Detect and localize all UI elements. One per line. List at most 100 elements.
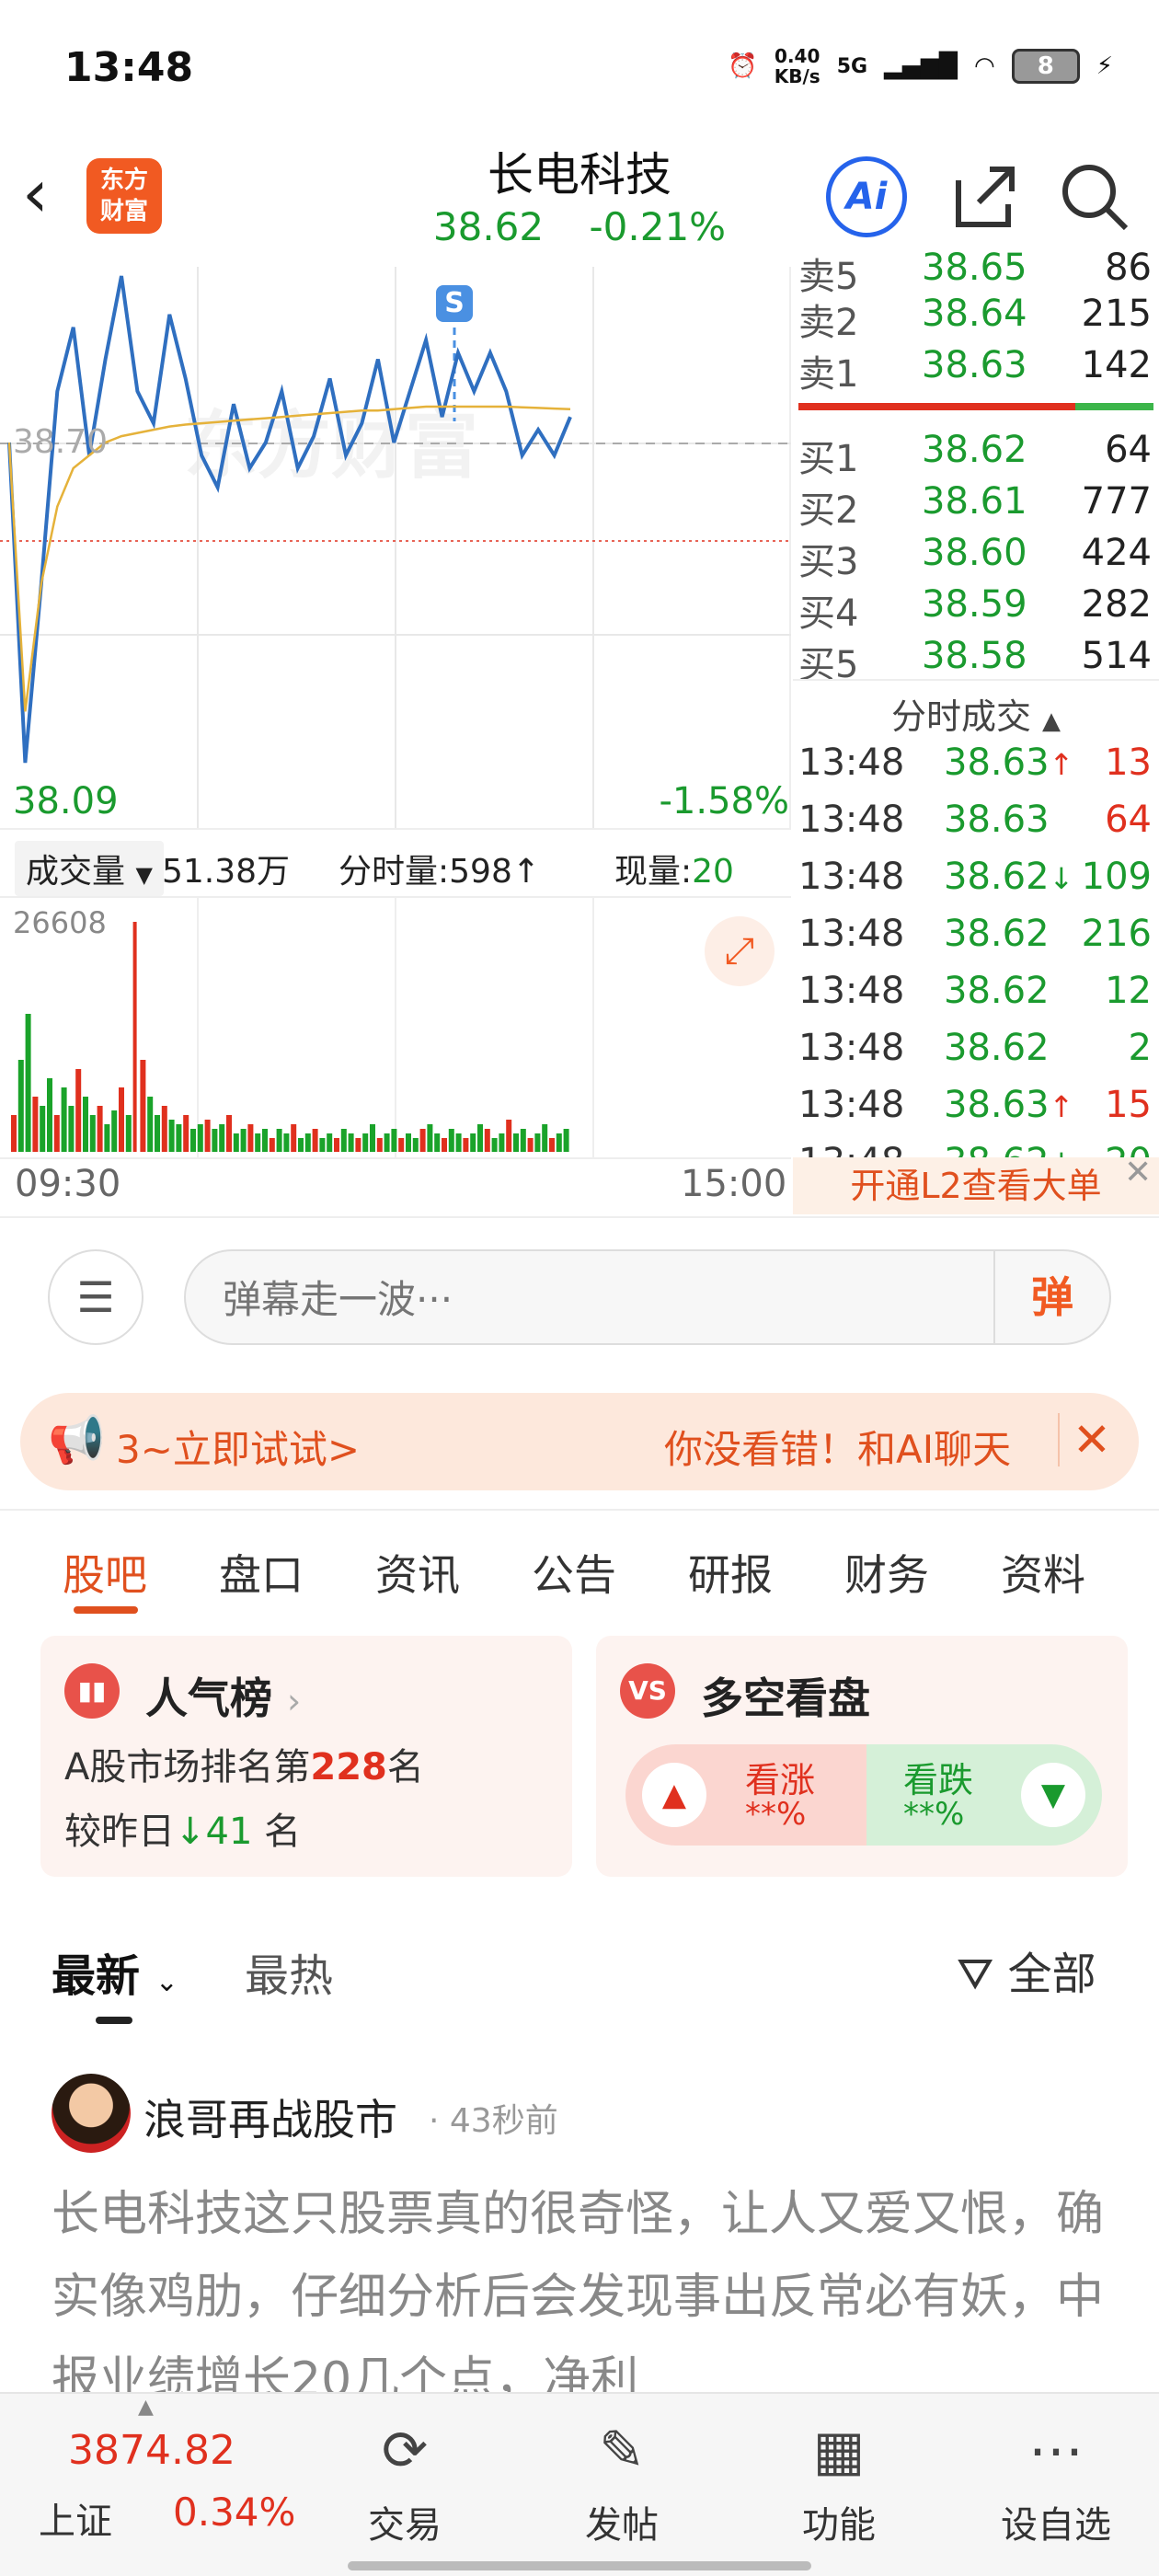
tab-research[interactable]: 研报	[688, 1542, 773, 1603]
index-name[interactable]: 上证	[39, 2491, 112, 2545]
bid-row-3: 买3 38.60 424	[793, 532, 1159, 583]
volume-bar	[240, 1129, 247, 1152]
tab-pankou[interactable]: 盘口	[219, 1542, 304, 1603]
volume-bar	[32, 1097, 39, 1152]
volume-bar	[47, 1078, 52, 1152]
trade-price: 38.63	[944, 799, 1050, 841]
nav-post[interactable]: ✎ 发帖	[548, 2412, 695, 2548]
post-item[interactable]: 浪哥再战股市 · 43秒前 长电科技这只股票真的很奇怪，让人又爱又恨，确实像鸡肋…	[0, 2052, 1159, 2408]
volume-bar	[247, 1124, 254, 1152]
wifi-icon: ◠	[974, 52, 995, 80]
volume-bar	[491, 1138, 498, 1152]
avatar[interactable]	[52, 2074, 131, 2153]
vote-up-pct: **%	[745, 1796, 807, 1833]
promo-banner[interactable]: 📢 3~立即试试> 你没看错！和AI聊天 ✕	[20, 1393, 1139, 1490]
tab-finance[interactable]: 财务	[844, 1542, 929, 1603]
index-value[interactable]: 3874.82	[68, 2427, 235, 2474]
vs-icon: VS	[620, 1663, 675, 1719]
ai-button[interactable]: Ai	[826, 156, 907, 237]
caret-up-icon: ▲	[1042, 707, 1061, 735]
time-axis-start: 09:30	[15, 1163, 121, 1205]
trade-row: 13:48 38.62 216	[793, 913, 1159, 964]
share-icon[interactable]	[947, 160, 1021, 234]
post-body[interactable]: 长电科技这只股票真的很奇怪，让人又爱又恨，确实像鸡肋，仔细分析后会发现事出反常必…	[52, 2173, 1119, 2421]
volume-bar	[340, 1129, 347, 1152]
tab-profile[interactable]: 资料	[1001, 1542, 1085, 1603]
indicator-selector[interactable]: 成交量 ▼	[15, 841, 164, 896]
close-icon[interactable]: ✕	[1124, 1154, 1152, 1191]
bid-row-1: 买1 38.62 64	[793, 429, 1159, 480]
expand-icon[interactable]: ⤢	[705, 916, 775, 986]
bid-price: 38.62	[922, 429, 1027, 471]
charging-icon: ⚡	[1096, 52, 1113, 80]
nav-functions[interactable]: ▦ 功能	[765, 2412, 912, 2548]
net-speed-value: 0.40	[775, 45, 820, 67]
nav-add-watchlist[interactable]: ⋯ 设自选	[982, 2412, 1130, 2548]
danmaku-input[interactable]	[223, 1271, 977, 1327]
l2-upgrade-banner[interactable]: 开通L2查看大单	[793, 1157, 1159, 1214]
filter-all-button[interactable]: ⛛ 全部	[957, 1938, 1096, 2002]
volume-bar	[197, 1124, 203, 1152]
trade-volume: 12	[1105, 970, 1152, 1012]
tab-guba[interactable]: 股吧	[63, 1542, 147, 1603]
post-username[interactable]: 浪哥再战股市	[143, 2087, 397, 2147]
chevron-down-icon: ▼	[135, 862, 153, 888]
bull-bear-vote: ▲ 看涨 **% 看跌 **% ▼	[625, 1744, 1102, 1846]
intraday-chart[interactable]: 东方财富 S 38.70 38.09 -1.58%	[0, 267, 791, 828]
bottom-nav: ▲ 3874.82 上证 0.34% ⟳ 交易 ✎ 发帖 ▦ 功能 ⋯ 设自选	[0, 2392, 1159, 2576]
tab-active-indicator	[74, 1606, 138, 1614]
volume-bar	[147, 1097, 154, 1152]
vote-up-button[interactable]: ▲ 看涨 **%	[625, 1744, 866, 1846]
chevron-down-icon: ⌄	[155, 1966, 178, 1998]
volume-bar	[97, 1106, 103, 1152]
chevron-right-icon: ›	[287, 1681, 302, 1721]
vote-down-button[interactable]: 看跌 **% ▼	[866, 1744, 1102, 1846]
search-icon[interactable]	[1058, 160, 1131, 234]
bid-volume: 64	[1105, 429, 1152, 471]
tab-announcements[interactable]: 公告	[532, 1542, 616, 1603]
volume-bar	[391, 1129, 397, 1152]
rank-suffix: 名	[386, 1746, 424, 1788]
popularity-card[interactable]: ▮▮ 人气榜 › A股市场排名第228名 较昨日↓41 名	[40, 1636, 572, 1877]
volume-chart[interactable]: 26608 ⤢	[0, 898, 791, 1157]
net-speed-unit: KB/s	[774, 65, 820, 87]
volume-bar	[255, 1133, 261, 1152]
volume-bar	[83, 1097, 88, 1152]
nav-trade[interactable]: ⟳ 交易	[331, 2412, 478, 2548]
trade-price: 38.62	[944, 1027, 1050, 1069]
minute-volume-label: 分时量:	[339, 853, 450, 891]
tab-news[interactable]: 资讯	[375, 1542, 460, 1603]
volume-bar	[168, 1120, 175, 1152]
trade-time: 13:48	[798, 856, 905, 898]
trades-title[interactable]: 分时成交 ▲	[793, 688, 1159, 739]
chart-low-pct: -1.58%	[659, 780, 789, 822]
volume-bar	[204, 1120, 211, 1152]
danmaku-send-button[interactable]: 弹	[993, 1251, 1109, 1343]
trade-time: 13:48	[798, 1084, 905, 1126]
net-speed: 0.40 KB/s	[775, 46, 820, 86]
sort-newest[interactable]: 最新 ⌄	[52, 1939, 178, 2004]
volume-bar	[427, 1124, 433, 1152]
volume-bar	[75, 1069, 82, 1152]
up-arrow-icon: ↑	[511, 853, 541, 891]
vote-down-label: 看跌	[903, 1760, 974, 1800]
change-value: 41	[205, 1811, 253, 1853]
status-bar: 13:48 ⏰ 0.40 KB/s 5G ▂▄▆█ ◠ 8 ⚡	[0, 0, 1159, 138]
close-icon[interactable]: ✕	[1058, 1413, 1111, 1466]
volume-bar	[61, 1087, 67, 1152]
post-icon: ✎	[598, 2419, 646, 2483]
bull-bear-card[interactable]: VS 多空看盘 ▲ 看涨 **% 看跌 **% ▼	[596, 1636, 1128, 1877]
trade-row: 13:48 38.63↑ 13	[793, 742, 1159, 793]
danmaku-settings-icon[interactable]: ☰	[48, 1249, 143, 1345]
trade-volume: 2	[1128, 1027, 1152, 1069]
trade-time: 13:48	[798, 742, 905, 784]
volume-bar	[327, 1133, 333, 1152]
signal-marker[interactable]: S	[436, 285, 473, 322]
sort-hottest[interactable]: 最热	[245, 1939, 333, 2004]
ranking-icon: ▮▮	[64, 1663, 120, 1719]
danmaku-input-box[interactable]: 弹	[184, 1249, 1111, 1345]
index-pct[interactable]: 0.34%	[173, 2490, 295, 2535]
minute-volume-value: 598	[449, 853, 512, 891]
volume-bar	[11, 1115, 17, 1152]
trade-price: 38.63↑	[944, 1084, 1074, 1126]
